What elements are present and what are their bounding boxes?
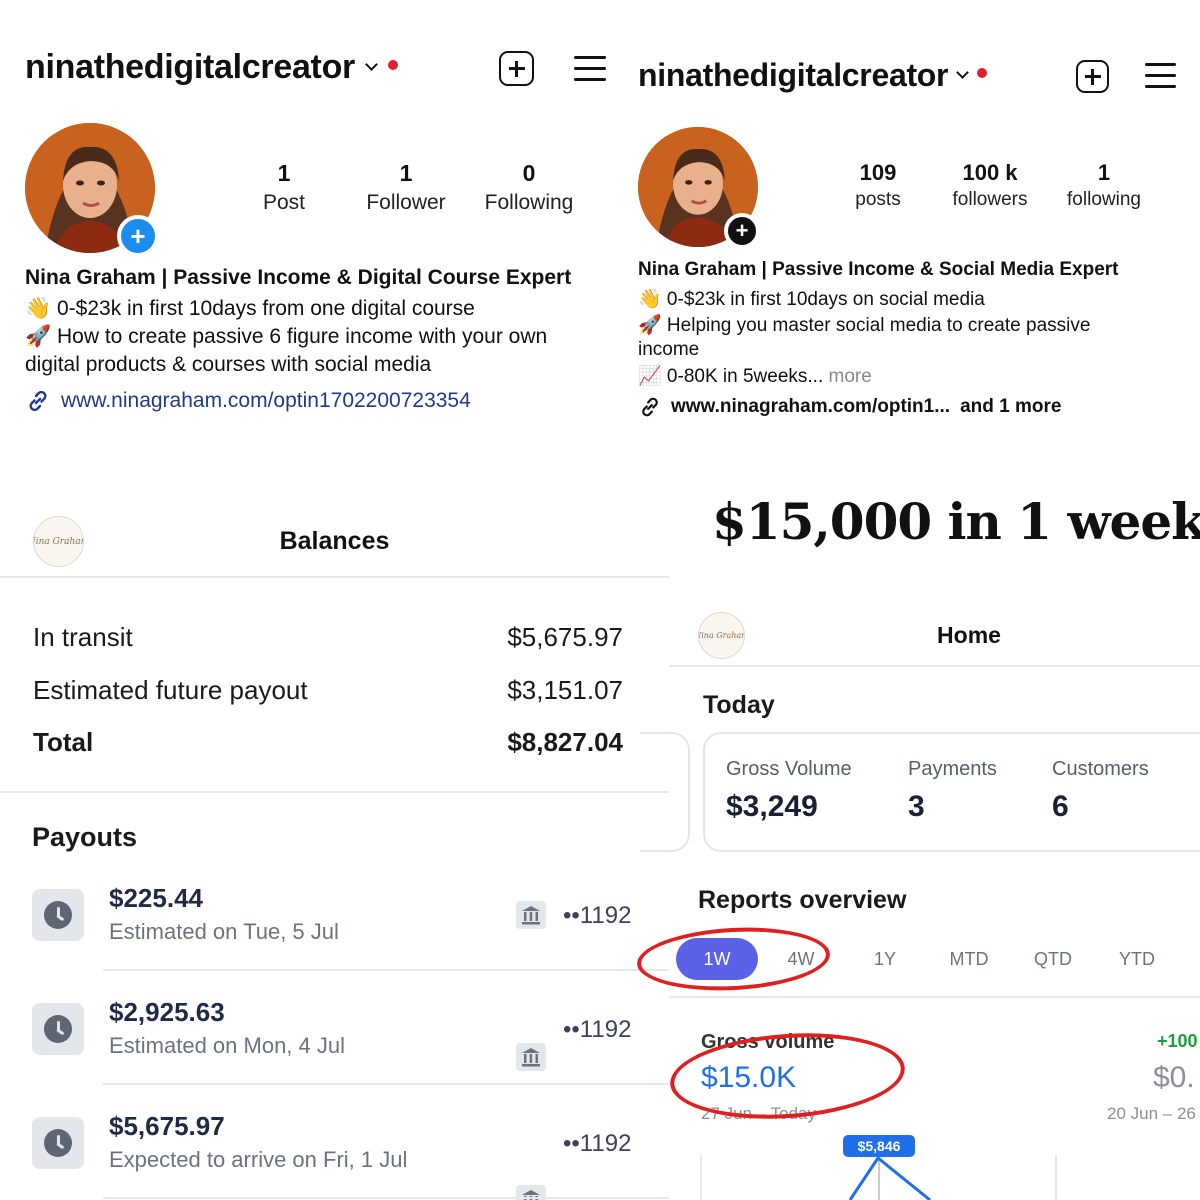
chart-gridline bbox=[700, 1155, 702, 1200]
reports-title: Reports overview bbox=[698, 886, 907, 914]
menu-icon[interactable] bbox=[1145, 63, 1176, 88]
page-title: Home bbox=[937, 622, 1001, 648]
divider bbox=[0, 576, 669, 578]
payout-account: ••1192 bbox=[563, 902, 632, 929]
payout-amount: $2,925.63 bbox=[109, 997, 225, 1027]
metric-value: 6 bbox=[1052, 790, 1069, 823]
add-story-button[interactable]: + bbox=[724, 213, 760, 249]
divider bbox=[669, 665, 1200, 667]
stat-followers[interactable]: 100 k followers bbox=[940, 160, 1040, 211]
balance-total-row: Total $8,827.04 bbox=[33, 727, 623, 758]
link-icon bbox=[642, 397, 658, 417]
divider bbox=[103, 1197, 669, 1199]
new-post-icon[interactable] bbox=[1076, 60, 1109, 93]
divider bbox=[669, 996, 1200, 998]
payout-row[interactable]: $225.44 Estimated on Tue, 5 Jul ••1192 bbox=[0, 0, 1200, 971]
bio-link[interactable]: www.ninagraham.com/optin1702200723354 bbox=[25, 388, 471, 414]
metric-label: Customers bbox=[1052, 758, 1149, 780]
gross-volume-line bbox=[848, 1155, 931, 1200]
balance-value: $5,675.97 bbox=[507, 622, 623, 652]
new-post-icon[interactable] bbox=[499, 51, 534, 86]
stat-followers[interactable]: 1 Follower bbox=[356, 160, 456, 215]
username-label[interactable]: ninathedigitalcreator bbox=[638, 57, 949, 94]
compare-percent: +100 bbox=[1157, 1031, 1198, 1051]
balance-label: Estimated future payout bbox=[33, 675, 308, 705]
menu-icon[interactable] bbox=[574, 56, 606, 82]
compare-value: $0. bbox=[1153, 1061, 1195, 1094]
page-title: Balances bbox=[279, 527, 390, 555]
link-icon bbox=[29, 390, 47, 412]
bio-line: 👋 0-$23k in first 10days from one digita… bbox=[25, 297, 475, 320]
stat-posts[interactable]: 109 posts bbox=[838, 160, 918, 211]
bio-line: income bbox=[638, 339, 700, 360]
payout-amount: $225.44 bbox=[109, 883, 203, 913]
divider bbox=[103, 1083, 669, 1085]
bio-line: 👋 0-$23k in first 10days on social media bbox=[638, 289, 985, 310]
clock-icon bbox=[44, 901, 72, 929]
balance-row: In transit $5,675.97 bbox=[33, 622, 623, 653]
bio-name: Nina Graham | Passive Income & Social Me… bbox=[638, 259, 1119, 280]
payouts-title: Payouts bbox=[32, 822, 138, 852]
chart-gridline bbox=[1055, 1155, 1057, 1200]
tab-ytd[interactable]: YTD bbox=[1102, 938, 1172, 980]
add-story-button[interactable]: + bbox=[117, 215, 159, 257]
bio-link-text[interactable]: www.ninagraham.com/optin1... bbox=[671, 396, 950, 418]
bio-link[interactable]: www.ninagraham.com/optin1... and 1 more bbox=[638, 395, 1061, 419]
payout-amount: $5,675.97 bbox=[109, 1111, 225, 1141]
balance-label: In transit bbox=[33, 622, 133, 652]
notification-dot bbox=[977, 67, 988, 78]
bank-icon bbox=[516, 1043, 546, 1071]
chevron-down-icon[interactable] bbox=[956, 66, 970, 79]
clock-icon bbox=[44, 1015, 72, 1043]
bank-icon bbox=[516, 901, 546, 929]
username-label[interactable]: ninathedigitalcreator bbox=[25, 48, 355, 87]
bio-link-more[interactable]: and 1 more bbox=[960, 396, 1061, 418]
bio-link-text[interactable]: www.ninagraham.com/optin1702200723354 bbox=[61, 389, 471, 413]
compare-range: 20 Jun – 26 bbox=[1107, 1104, 1196, 1123]
payout-status-icon bbox=[32, 889, 84, 941]
tab-mtd[interactable]: MTD bbox=[934, 938, 1004, 980]
gross-volume-chart[interactable] bbox=[840, 1155, 940, 1200]
payout-date: Estimated on Tue, 5 Jul bbox=[109, 919, 339, 944]
total-label: Total bbox=[33, 727, 94, 757]
notification-dot bbox=[387, 59, 398, 70]
balance-row: Estimated future payout $3,151.07 bbox=[33, 675, 623, 706]
clock-icon bbox=[44, 1129, 72, 1157]
metric-value: $3,249 bbox=[726, 790, 818, 823]
tab-qtd[interactable]: QTD bbox=[1018, 938, 1088, 980]
headline: $15,000 in 1 week bbox=[712, 492, 1200, 551]
payout-account: ••1192 bbox=[563, 1016, 632, 1043]
stat-posts[interactable]: 1 Post bbox=[244, 160, 324, 215]
payout-date: Expected to arrive on Fri, 1 Jul bbox=[109, 1147, 408, 1172]
bio-name: Nina Graham | Passive Income & Digital C… bbox=[25, 266, 572, 289]
divider bbox=[103, 969, 669, 971]
balance-value: $3,151.07 bbox=[507, 675, 623, 705]
metric-label: Payments bbox=[908, 758, 997, 780]
today-label: Today bbox=[703, 691, 775, 719]
tab-1y[interactable]: 1Y bbox=[850, 938, 920, 980]
bio-line: 📈 0-80K in 5weeks... more bbox=[638, 364, 872, 388]
stat-following[interactable]: 1 following bbox=[1054, 160, 1154, 211]
annotation-circle bbox=[635, 922, 832, 996]
previous-card[interactable] bbox=[640, 732, 690, 852]
metric-value: 3 bbox=[908, 790, 925, 823]
payout-status-icon bbox=[32, 1117, 84, 1169]
divider bbox=[0, 791, 669, 793]
metric-label: Gross Volume bbox=[726, 758, 852, 780]
bio-line: 🚀 How to create passive 6 figure income … bbox=[25, 325, 548, 348]
total-value: $8,827.04 bbox=[507, 727, 623, 757]
more-link[interactable]: more bbox=[829, 366, 872, 387]
payout-date: Estimated on Mon, 4 Jul bbox=[109, 1033, 346, 1058]
payout-status-icon bbox=[32, 1003, 84, 1055]
bio-line: 🚀 Helping you master social media to cre… bbox=[638, 315, 1091, 336]
chart-peak-tooltip: $5,846 bbox=[843, 1135, 915, 1157]
chevron-down-icon[interactable] bbox=[365, 58, 378, 71]
stat-following[interactable]: 0 Following bbox=[474, 160, 584, 215]
bio-line-text: 📈 0-80K in 5weeks... bbox=[638, 366, 824, 387]
bio-line: digital products & courses with social m… bbox=[25, 353, 432, 376]
payout-account: ••1192 bbox=[563, 1130, 632, 1157]
